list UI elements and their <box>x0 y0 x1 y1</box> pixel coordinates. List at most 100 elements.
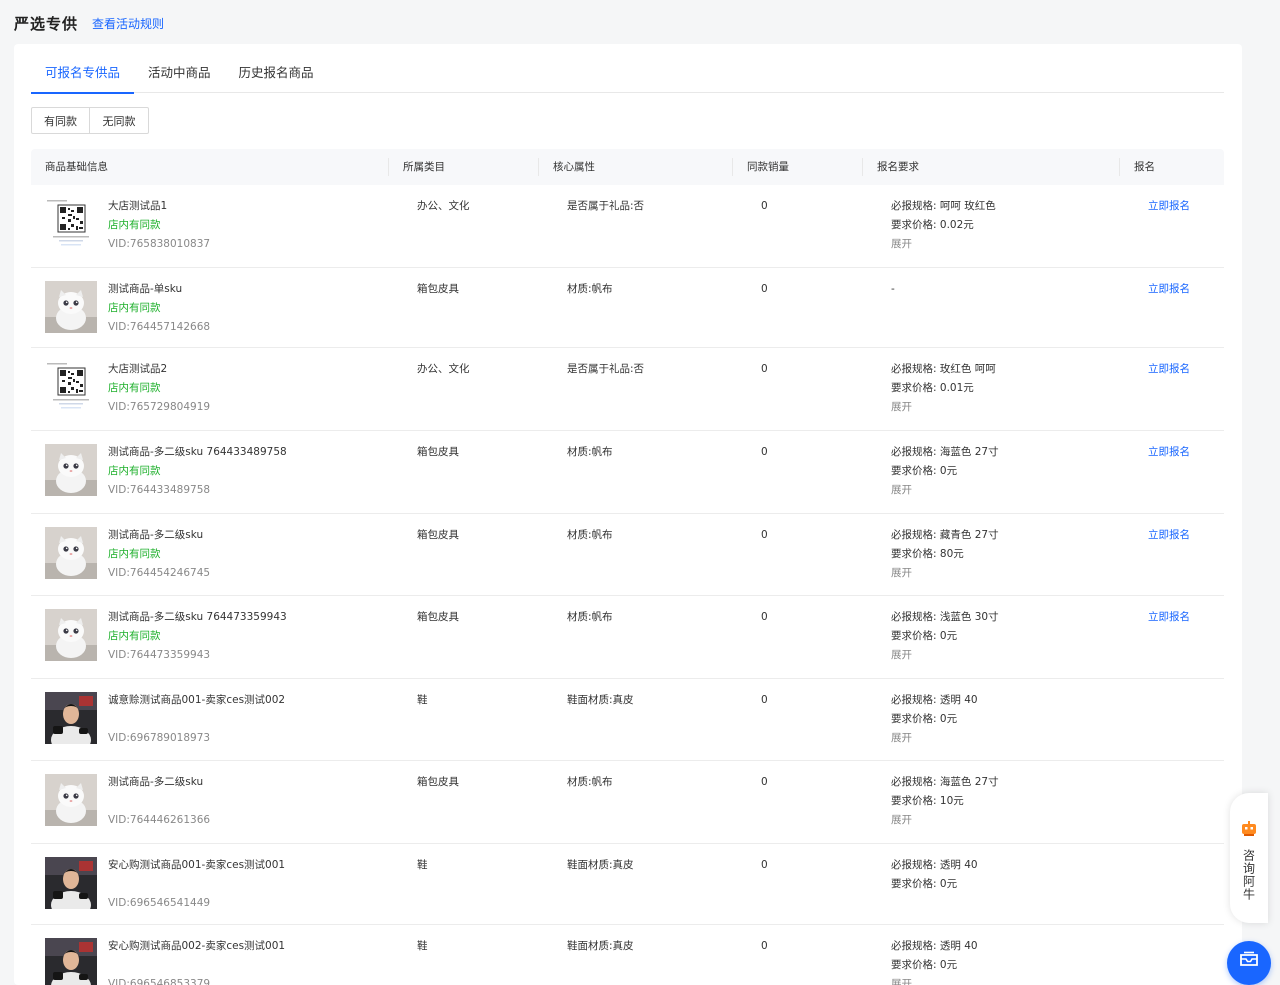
price-label: 要求价格: <box>891 959 937 971</box>
product-vid: VID:765729804919 <box>108 401 211 413</box>
spec-value: 海蓝色 27寸 <box>939 446 999 458</box>
product-vid: VID:764473359943 <box>108 649 211 661</box>
product-vid: VID:764457142668 <box>108 321 211 333</box>
same-item-sales: 0 <box>761 694 768 706</box>
table-body: 大店测试品1 店内有同款 VID:765838010837 办公、文化 是否属于礼品:否… <box>31 185 1224 985</box>
required-spec: 必报规格: 海蓝色 27寸 <box>891 443 999 462</box>
product-name[interactable]: 测试商品-单sku <box>108 280 210 299</box>
product-name[interactable]: 测试商品-多二级sku <box>108 526 210 545</box>
price-value: 0.02元 <box>939 219 974 231</box>
column-header-enroll: 报名 <box>1134 161 1155 173</box>
product-thumbnail[interactable] <box>45 361 97 413</box>
product-thumbnail[interactable] <box>45 527 97 579</box>
consult-assistant-button[interactable]: 咨询阿牛 <box>1230 793 1268 923</box>
same-item-badge: 店内有同款 <box>108 630 161 642</box>
same-item-badge: 店内有同款 <box>108 465 161 477</box>
required-price: 要求价格: 0元 <box>891 875 978 894</box>
product-name[interactable]: 大店测试品1 <box>108 197 210 216</box>
product-thumbnail[interactable] <box>45 444 97 496</box>
same-item-sales: 0 <box>761 363 768 375</box>
tab-enrollable[interactable]: 可报名专供品 <box>31 44 135 94</box>
required-price: 要求价格: 0元 <box>891 627 999 646</box>
expand-toggle[interactable]: 展开 <box>891 729 978 748</box>
product-thumbnail[interactable] <box>45 857 97 919</box>
spec-label: 必报规格: <box>891 859 937 871</box>
enroll-now-link[interactable]: 立即报名 <box>1148 280 1190 299</box>
spec-value: 透明 40 <box>939 859 978 871</box>
robot-icon <box>1240 821 1258 841</box>
core-attribute: 鞋面材质:真皮 <box>567 694 634 706</box>
tab-history[interactable]: 历史报名商品 <box>225 44 328 93</box>
price-label: 要求价格: <box>891 630 937 642</box>
required-price: 要求价格: 80元 <box>891 545 999 564</box>
spec-label: 必报规格: <box>891 940 937 952</box>
product-name[interactable]: 安心购测试商品002-卖家ces测试001 <box>108 937 285 956</box>
product-name[interactable]: 测试商品-多二级sku 764433489758 <box>108 443 287 462</box>
same-item-badge: 店内有同款 <box>108 548 161 560</box>
tab-active[interactable]: 活动中商品 <box>134 44 225 93</box>
product-thumbnail[interactable] <box>45 938 97 985</box>
enroll-now-link[interactable]: 立即报名 <box>1148 608 1190 627</box>
spec-value: 浅蓝色 30寸 <box>939 611 999 623</box>
expand-toggle[interactable]: 展开 <box>891 975 978 985</box>
filter-no-same-button[interactable]: 无同款 <box>90 107 149 134</box>
price-value: 80元 <box>939 548 964 560</box>
spec-label: 必报规格: <box>891 446 937 458</box>
product-name[interactable]: 测试商品-多二级sku 764473359943 <box>108 608 287 627</box>
product-vid: VID:765838010837 <box>108 238 211 250</box>
spec-value: 透明 40 <box>939 940 978 952</box>
product-category: 鞋 <box>417 859 428 871</box>
enroll-now-link[interactable]: 立即报名 <box>1148 443 1190 462</box>
price-label: 要求价格: <box>891 465 937 477</box>
filter-has-same-button[interactable]: 有同款 <box>31 107 90 134</box>
enroll-now-link[interactable]: 立即报名 <box>1148 526 1190 545</box>
page-header: 严选专供 查看活动规则 <box>14 10 164 36</box>
same-item-sales: 0 <box>761 859 768 871</box>
spec-label: 必报规格: <box>891 694 937 706</box>
column-divider <box>538 158 539 176</box>
table-row: 测试商品-多二级sku 店内有同款 VID:764454246745 箱包皮具 材质:帆… <box>31 514 1224 596</box>
table-row: 测试商品-多二级sku 764433489758 店内有同款 VID:7644334… <box>31 431 1224 514</box>
expand-toggle[interactable]: 展开 <box>891 646 999 665</box>
required-price: 要求价格: 0元 <box>891 956 978 975</box>
core-attribute: 鞋面材质:真皮 <box>567 859 634 871</box>
product-thumbnail[interactable] <box>45 198 97 250</box>
expand-toggle[interactable]: 展开 <box>891 235 996 254</box>
table-row: 测试商品-单sku 店内有同款 VID:764457142668 箱包皮具 材质:帆布 0… <box>31 268 1224 348</box>
product-category: 箱包皮具 <box>417 776 459 788</box>
expand-toggle[interactable]: 展开 <box>891 398 996 417</box>
message-button[interactable] <box>1227 941 1271 985</box>
price-label: 要求价格: <box>891 548 937 560</box>
product-thumbnail[interactable] <box>45 774 97 826</box>
product-name[interactable]: 诚意赊测试商品001-卖家ces测试002 <box>108 691 285 710</box>
expand-toggle[interactable]: 展开 <box>891 481 999 500</box>
product-table: 商品基础信息 所属类目 核心属性 同款销量 报名要求 报名 大店测试品1 店内有同… <box>31 149 1224 985</box>
required-price: 要求价格: 0元 <box>891 462 999 481</box>
expand-toggle[interactable]: 展开 <box>891 811 999 830</box>
product-thumbnail[interactable] <box>45 692 97 754</box>
required-spec: 必报规格: 海蓝色 27寸 <box>891 773 999 792</box>
message-icon <box>1238 951 1260 975</box>
product-category: 办公、文化 <box>417 200 470 212</box>
tab-bar: 可报名专供品 活动中商品 历史报名商品 <box>31 44 1224 94</box>
product-category: 鞋 <box>417 940 428 952</box>
product-thumbnail[interactable] <box>45 281 97 333</box>
price-label: 要求价格: <box>891 795 937 807</box>
table-row: 测试商品-多二级sku VID:764446261366 箱包皮具 材质:帆布 0 必报规… <box>31 761 1224 844</box>
table-row: 大店测试品2 店内有同款 VID:765729804919 办公、文化 是否属于礼品:否… <box>31 348 1224 431</box>
price-label: 要求价格: <box>891 219 937 231</box>
main-card: 可报名专供品 活动中商品 历史报名商品 有同款 无同款 商品基础信息 所属类目 … <box>14 44 1242 985</box>
enroll-now-link[interactable]: 立即报名 <box>1148 197 1190 216</box>
expand-toggle[interactable]: 展开 <box>891 564 999 583</box>
product-name[interactable]: 测试商品-多二级sku <box>108 773 210 792</box>
product-name[interactable]: 安心购测试商品001-卖家ces测试001 <box>108 856 285 875</box>
spec-value: 海蓝色 27寸 <box>939 776 999 788</box>
enroll-now-link[interactable]: 立即报名 <box>1148 360 1190 379</box>
table-row: 安心购测试商品002-卖家ces测试001 VID:696546853379 鞋 鞋面… <box>31 925 1224 985</box>
spec-label: 必报规格: <box>891 529 937 541</box>
product-name[interactable]: 大店测试品2 <box>108 360 210 379</box>
product-thumbnail[interactable] <box>45 609 97 661</box>
same-item-sales: 0 <box>761 529 768 541</box>
requirement-none: - <box>891 283 895 295</box>
activity-rules-link[interactable]: 查看活动规则 <box>92 15 164 32</box>
